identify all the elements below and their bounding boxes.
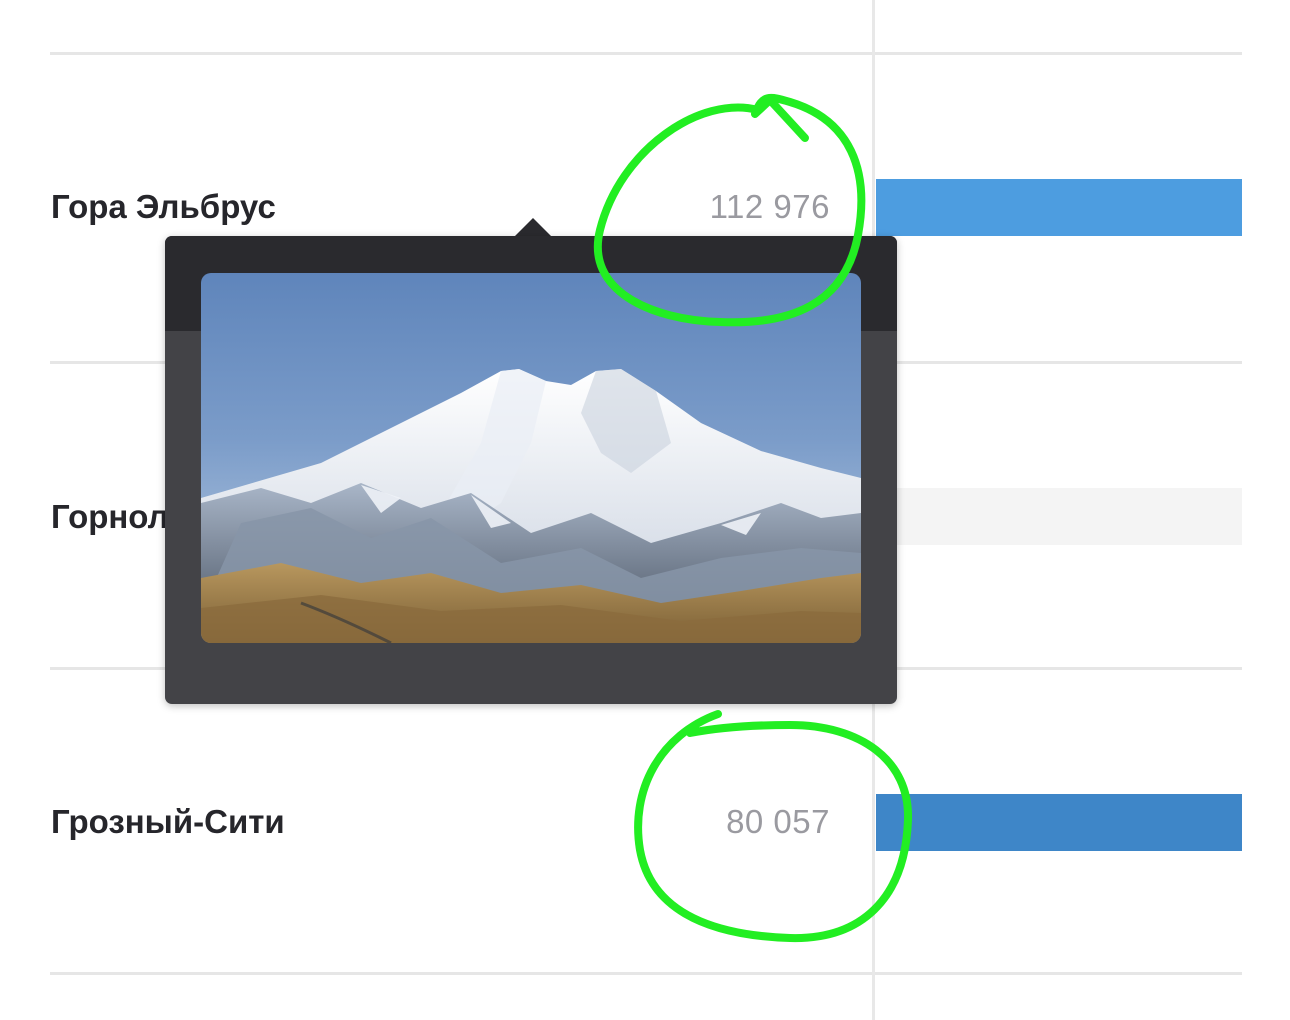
row-bar — [876, 488, 1242, 545]
row-divider-bottom — [50, 972, 1242, 975]
row-name: Грозный-Сити — [51, 803, 285, 840]
mountain-photo — [201, 273, 861, 643]
image-popover[interactable] — [165, 236, 897, 704]
row-count: 112 976 — [709, 188, 830, 225]
row-bar — [876, 179, 1242, 236]
row-name: Гора Эльбрус — [51, 188, 276, 225]
row-bar — [876, 794, 1242, 851]
row-divider-top — [50, 52, 1242, 55]
mountain-illustration — [201, 369, 861, 643]
row-bar-fill — [876, 179, 1242, 236]
row-count: 80 057 — [726, 803, 830, 840]
row-bar-fill — [876, 794, 1242, 851]
popover-arrow — [514, 218, 552, 237]
